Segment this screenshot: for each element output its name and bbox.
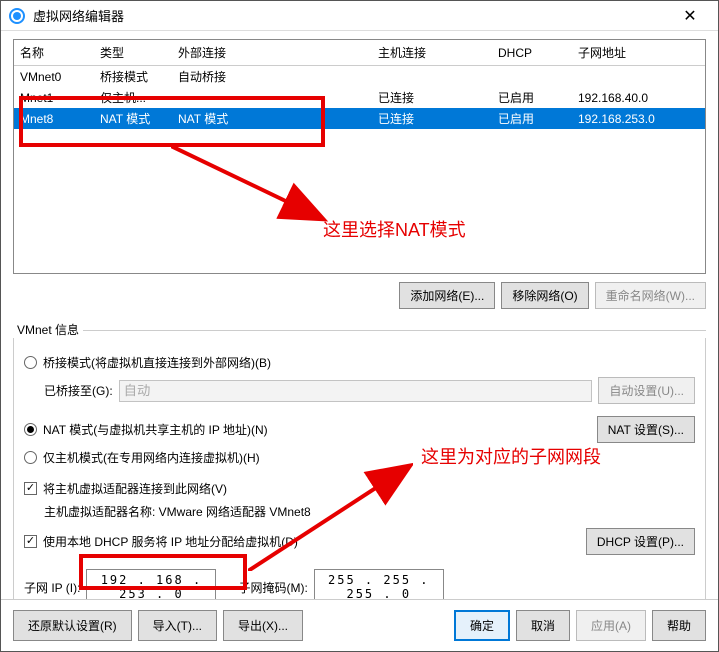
bridged-to-select: 自动 — [119, 380, 593, 402]
window-title: 虚拟网络编辑器 — [33, 6, 670, 25]
annotation-text-subnet: 这里为对应的子网网段 — [421, 443, 601, 469]
restore-defaults-button[interactable]: 还原默认设置(R) — [13, 610, 132, 641]
adapter-name-label: 主机虚拟适配器名称: VMware 网络适配器 VMnet8 — [44, 503, 695, 520]
table-row[interactable]: Mnet1仅主机...-已连接已启用192.168.40.0 — [14, 87, 705, 108]
export-button[interactable]: 导出(X)... — [223, 610, 303, 641]
apply-button: 应用(A) — [576, 610, 646, 641]
subnet-ip-label: 子网 IP (I): — [24, 579, 80, 596]
th-host[interactable]: 主机连接 — [372, 40, 492, 66]
dhcp-settings-button[interactable]: DHCP 设置(P)... — [586, 528, 695, 555]
radio-bridge[interactable]: 桥接模式(将虚拟机直接连接到外部网络)(B) — [24, 354, 695, 371]
import-button[interactable]: 导入(T)... — [138, 610, 217, 641]
th-type[interactable]: 类型 — [94, 40, 172, 66]
check-use-dhcp[interactable]: 使用本地 DHCP 服务将 IP 地址分配给虚拟机(D) DHCP 设置(P).… — [24, 528, 695, 555]
remove-network-button[interactable]: 移除网络(O) — [501, 282, 588, 309]
annotation-text-nat: 这里选择NAT模式 — [323, 216, 466, 242]
bridged-to-label: 已桥接至(G): — [44, 382, 113, 399]
app-icon — [9, 8, 25, 24]
rename-network-button: 重命名网络(W)... — [595, 282, 706, 309]
close-button[interactable]: ✕ — [670, 1, 710, 31]
cancel-button[interactable]: 取消 — [516, 610, 570, 641]
check-connect-host[interactable]: 将主机虚拟适配器连接到此网络(V) — [24, 480, 695, 497]
th-ext[interactable]: 外部连接 — [172, 40, 372, 66]
group-title: VMnet 信息 — [13, 321, 83, 338]
th-subnet[interactable]: 子网地址 — [572, 40, 705, 66]
help-button[interactable]: 帮助 — [652, 610, 706, 641]
subnet-mask-label: 子网掩码(M): — [238, 579, 307, 596]
th-dhcp[interactable]: DHCP — [492, 40, 572, 66]
ok-button[interactable]: 确定 — [454, 610, 510, 641]
auto-settings-button: 自动设置(U)... — [598, 377, 695, 404]
table-row[interactable]: VMnet0桥接模式自动桥接 — [14, 66, 705, 88]
nat-settings-button[interactable]: NAT 设置(S)... — [597, 416, 695, 443]
add-network-button[interactable]: 添加网络(E)... — [399, 282, 495, 309]
table-row-selected[interactable]: Mnet8NAT 模式NAT 模式已连接已启用192.168.253.0 — [14, 108, 705, 129]
radio-nat[interactable]: NAT 模式(与虚拟机共享主机的 IP 地址)(N) NAT 设置(S)... — [24, 416, 695, 443]
th-name[interactable]: 名称 — [14, 40, 94, 66]
